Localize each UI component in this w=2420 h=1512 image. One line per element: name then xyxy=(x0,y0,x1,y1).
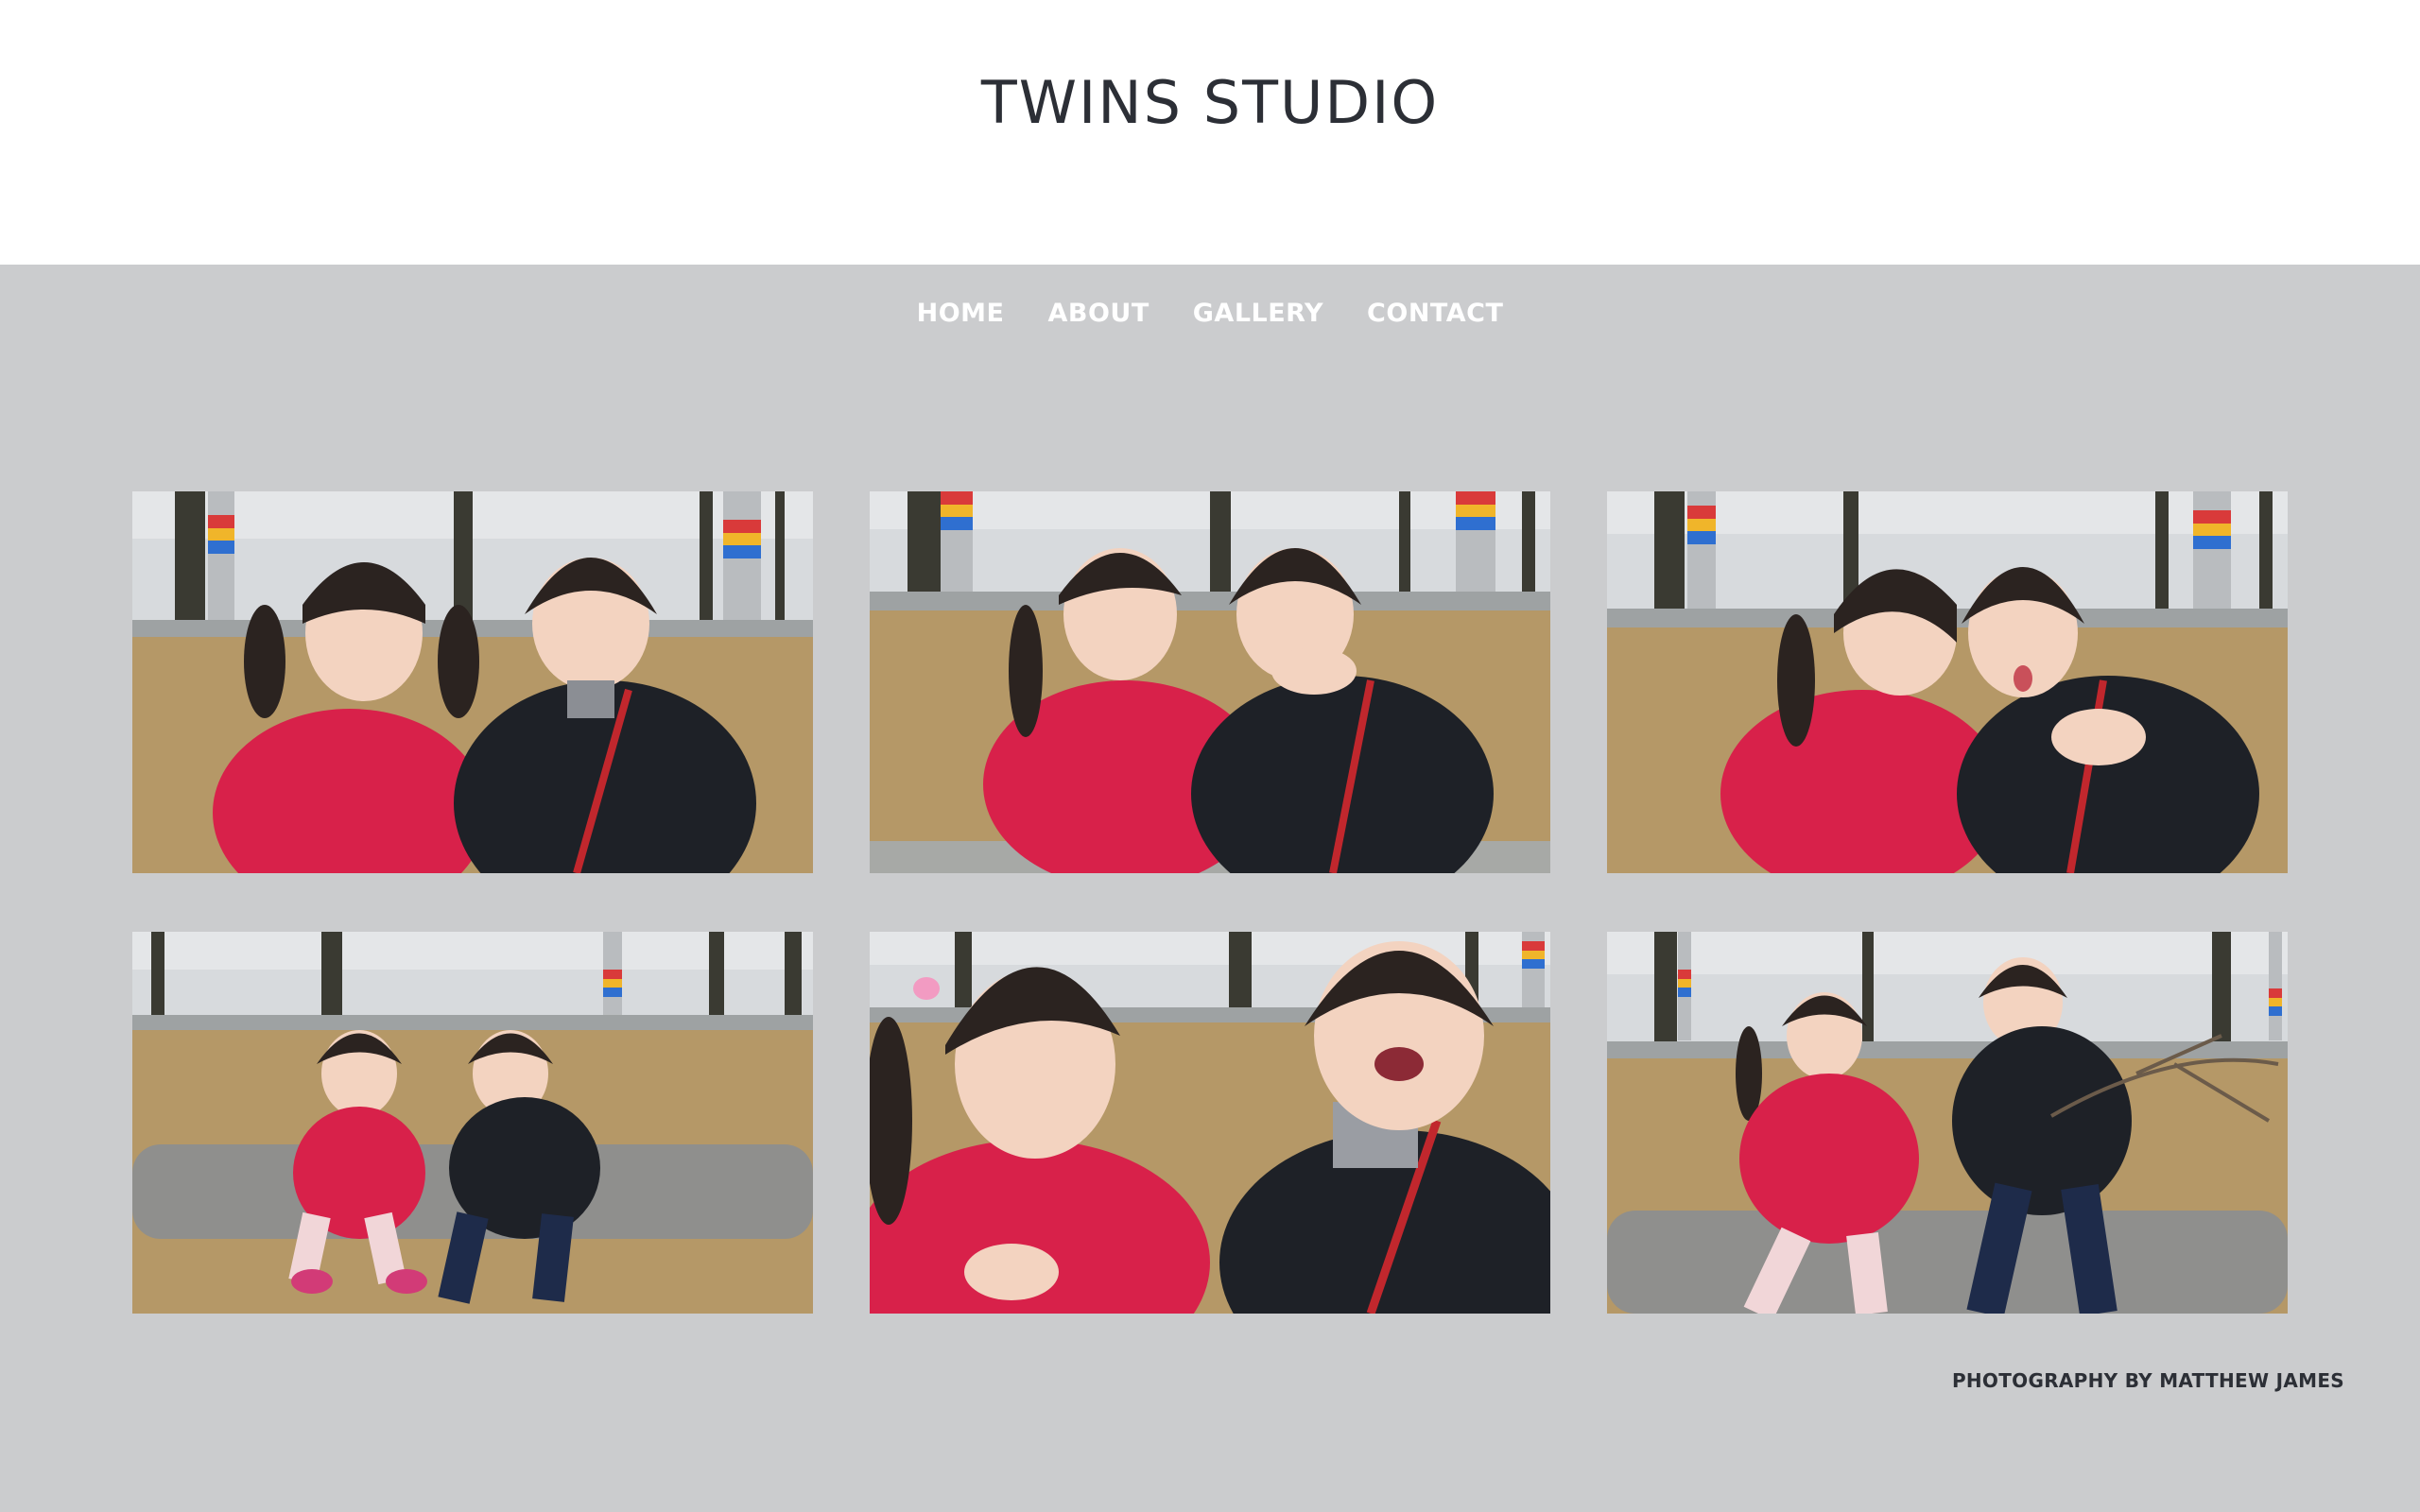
photo-twins-hug-image xyxy=(870,491,1550,873)
gallery-photo-2[interactable] xyxy=(870,491,1550,873)
nav-contact-link[interactable]: CONTACT xyxy=(1367,299,1503,328)
site-header: TWINS STUDIO xyxy=(0,0,2420,265)
main-nav: HOME ABOUT GALLERY CONTACT xyxy=(0,299,2420,328)
gallery-photo-3[interactable] xyxy=(1607,491,2288,873)
photo-twins-cheek-hug-image xyxy=(1607,491,2288,873)
photo-credit: PHOTOGRAPHY BY MATTHEW JAMES xyxy=(1951,1369,2344,1392)
site-title[interactable]: TWINS STUDIO xyxy=(0,68,2420,137)
nav-about-link[interactable]: ABOUT xyxy=(1047,299,1149,328)
gallery-photo-5[interactable] xyxy=(870,932,1550,1314)
photo-twins-with-stick-image xyxy=(1607,932,2288,1314)
gallery-photo-6[interactable] xyxy=(1607,932,2288,1314)
nav-home-link[interactable]: HOME xyxy=(917,299,1005,328)
gallery-photo-1[interactable] xyxy=(132,491,813,873)
gallery-photo-4[interactable] xyxy=(132,932,813,1314)
photo-twins-on-rock-image xyxy=(132,932,813,1314)
nav-gallery-link[interactable]: GALLERY xyxy=(1193,299,1323,328)
photo-twins-laughing-image xyxy=(870,932,1550,1314)
photo-twins-sitting-image xyxy=(132,491,813,873)
